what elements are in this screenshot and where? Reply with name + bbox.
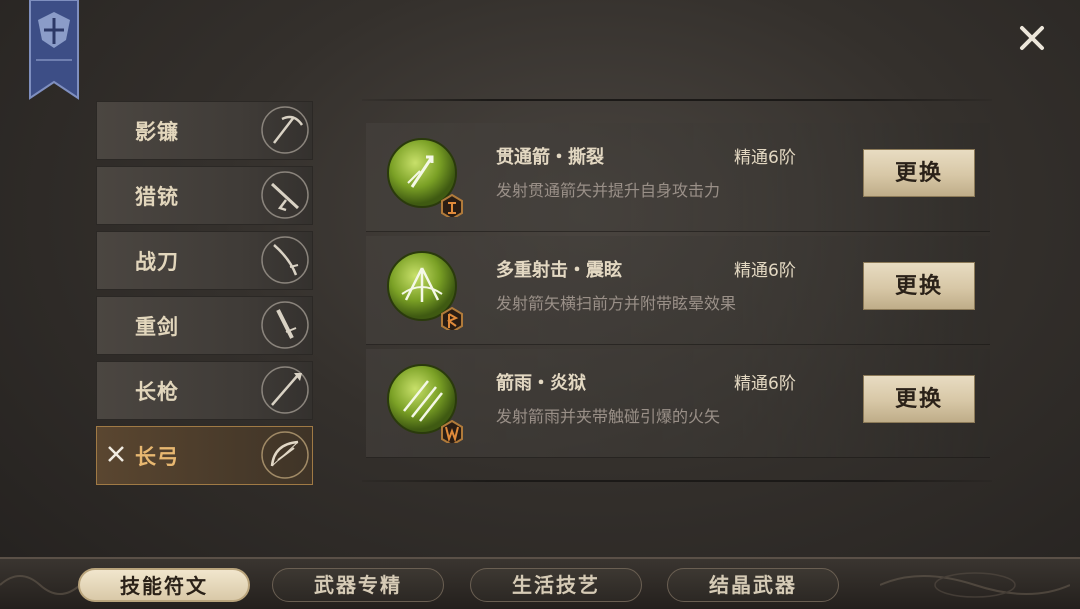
weapon-item-scythe[interactable]: 影镰 xyxy=(96,101,313,160)
weapon-label: 重剑 xyxy=(135,314,179,339)
weapon-list: 影镰 猎铳 战刀 重剑 长枪 长弓 xyxy=(96,101,313,491)
piercing-arrow-icon xyxy=(387,138,463,217)
weapon-label: 影镰 xyxy=(135,119,179,144)
guild-banner-icon xyxy=(29,0,79,100)
rune-icon xyxy=(441,306,463,330)
weapon-item-greatsword[interactable]: 重剑 xyxy=(96,296,313,355)
change-skill-button[interactable]: 更换 xyxy=(863,375,975,423)
tab-crystal-weapons[interactable]: 结晶武器 xyxy=(667,568,839,602)
skill-level: 精通6阶 xyxy=(734,374,796,394)
skill-level: 精通6阶 xyxy=(734,148,796,168)
skill-row: 箭雨・炎狱 精通6阶 发射箭雨并夹带触碰引爆的火矢 更换 xyxy=(366,349,990,458)
ornament-icon xyxy=(0,575,80,595)
skill-description: 发射箭雨并夹带触碰引爆的火矢 xyxy=(496,407,721,426)
skill-name: 多重射击・震眩 xyxy=(496,260,622,281)
weapon-item-musket[interactable]: 猎铳 xyxy=(96,166,313,225)
panel-divider-top xyxy=(362,99,992,101)
weapon-label: 长枪 xyxy=(135,379,179,404)
tab-weapon-mastery[interactable]: 武器专精 xyxy=(272,568,444,602)
weapon-item-longbow[interactable]: 长弓 xyxy=(96,426,313,485)
tab-life-skills[interactable]: 生活技艺 xyxy=(470,568,642,602)
skill-level: 精通6阶 xyxy=(734,261,796,281)
weapon-label: 战刀 xyxy=(135,249,179,274)
weapon-label: 猎铳 xyxy=(135,184,179,209)
tab-skill-runes[interactable]: 技能符文 xyxy=(78,568,250,602)
longbow-icon xyxy=(261,431,309,479)
guild-banner xyxy=(28,0,80,100)
skill-row: 贯通箭・撕裂 精通6阶 发射贯通箭矢并提升自身攻击力 更换 xyxy=(366,123,990,232)
rune-icon xyxy=(441,419,463,443)
scythe-icon xyxy=(261,106,309,154)
change-skill-button[interactable]: 更换 xyxy=(863,262,975,310)
weapon-item-spear[interactable]: 长枪 xyxy=(96,361,313,420)
skill-name: 箭雨・炎狱 xyxy=(496,373,586,394)
skill-description: 发射箭矢横扫前方并附带眩晕效果 xyxy=(496,294,737,313)
musket-icon xyxy=(261,171,309,219)
crossed-swords-icon xyxy=(108,446,124,462)
panel-divider-bottom xyxy=(362,480,992,482)
skill-description: 发射贯通箭矢并提升自身攻击力 xyxy=(496,181,721,200)
skill-name: 贯通箭・撕裂 xyxy=(496,147,604,168)
arrow-rain-icon xyxy=(387,364,463,443)
ornament-icon xyxy=(880,572,1070,598)
close-icon xyxy=(1020,26,1044,50)
close-button[interactable] xyxy=(1016,22,1048,54)
bottom-tab-bar: 技能符文 武器专精 生活技艺 结晶武器 xyxy=(0,557,1080,609)
spear-icon xyxy=(261,366,309,414)
weapon-label: 长弓 xyxy=(135,444,179,469)
rune-icon xyxy=(441,193,463,217)
multishot-icon xyxy=(387,251,463,330)
weapon-item-saber[interactable]: 战刀 xyxy=(96,231,313,290)
saber-icon xyxy=(261,236,309,284)
greatsword-icon xyxy=(261,301,309,349)
change-skill-button[interactable]: 更换 xyxy=(863,149,975,197)
skill-row: 多重射击・震眩 精通6阶 发射箭矢横扫前方并附带眩晕效果 更换 xyxy=(366,236,990,345)
